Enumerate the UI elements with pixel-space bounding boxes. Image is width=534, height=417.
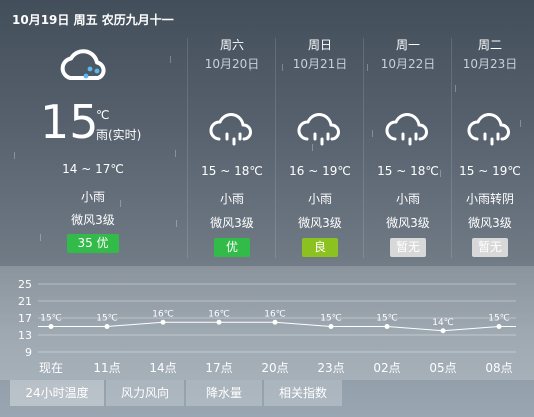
forecast-day[interactable]: 周一 10月22日 15 ~ 18℃ 小雨 微风3级 暂无	[364, 36, 452, 257]
x-tick-label: 11点	[93, 361, 120, 375]
x-tick-label: 23点	[317, 361, 344, 375]
forecast-wind: 微风3级	[298, 216, 342, 230]
today-weather: 小雨	[80, 190, 105, 204]
data-label: 15℃	[96, 314, 118, 324]
today-aqi-badge[interactable]: 35 优	[67, 234, 119, 253]
cloud-rain-icon	[209, 113, 252, 146]
x-tick-label: 14点	[149, 361, 176, 375]
forecast-day-name: 周六	[219, 38, 244, 52]
y-tick-label: 9	[25, 346, 32, 359]
data-point	[272, 319, 278, 325]
data-label: 16℃	[152, 309, 174, 319]
x-tick-label: 现在	[39, 361, 63, 375]
forecast-aqi-badge[interactable]: 暂无	[472, 238, 508, 257]
y-tick-label: 25	[18, 278, 32, 291]
current-date: 10月19日 周五 农历九月十一	[12, 13, 174, 27]
data-label: 15℃	[488, 314, 510, 324]
data-point	[216, 319, 222, 325]
forecast-weather: 小雨	[395, 192, 420, 206]
forecast-day-name: 周二	[477, 38, 502, 52]
temperature-unit: ℃	[96, 108, 110, 122]
rain-streak	[14, 152, 15, 159]
y-tick-label: 17	[18, 312, 32, 325]
data-point	[496, 324, 502, 329]
forecast-weather: 小雨	[307, 192, 332, 206]
forecast-wind: 微风3级	[210, 216, 254, 230]
forecast-temperature-range: 15 ~ 18℃	[377, 164, 439, 178]
forecast-aqi-badge[interactable]: 暂无	[390, 238, 426, 257]
rain-streak	[175, 150, 176, 157]
data-label: 16℃	[264, 309, 286, 319]
today-wind: 微风3级	[71, 213, 115, 227]
data-label: 14℃	[432, 318, 454, 328]
tab-wind[interactable]: 风力风向	[106, 380, 184, 406]
x-tick-label: 20点	[261, 361, 288, 375]
x-tick-label: 02点	[373, 361, 400, 375]
current-temperature: 15	[40, 95, 99, 149]
data-label: 15℃	[320, 314, 342, 324]
forecast-temperature-range: 16 ~ 19℃	[289, 164, 351, 178]
x-tick-label: 17点	[205, 361, 232, 375]
data-point	[48, 324, 54, 329]
rain-streak	[40, 234, 41, 241]
tab-precipitation[interactable]: 降水量	[186, 380, 262, 406]
forecast-aqi-badge[interactable]: 优	[214, 238, 250, 257]
forecast-wind: 微风3级	[386, 216, 430, 230]
forecast-day[interactable]: 周二 10月23日 15 ~ 19℃ 小雨转阴 微风3级 暂无	[446, 36, 534, 257]
y-tick-label: 21	[18, 295, 32, 308]
cloud-rain-icon	[385, 113, 428, 146]
forecast-day-name: 周日	[307, 38, 332, 52]
tab-24h-temperature[interactable]: 24小时温度	[10, 380, 104, 406]
cloud-rain-icon	[297, 113, 340, 146]
data-point	[440, 328, 446, 334]
data-label: 15℃	[40, 314, 62, 324]
forecast-date: 10月22日	[380, 57, 436, 71]
tab-related-index[interactable]: 相关指数	[264, 380, 342, 406]
forecast-temperature-range: 15 ~ 19℃	[459, 164, 521, 178]
hourly-temperature-chart: 25 21 17 13 9 15℃ 现在 15℃ 11点 16℃ 14点 16℃ 17点 16℃ 20点 15…	[18, 278, 516, 375]
data-point	[384, 324, 390, 329]
forecast-day[interactable]: 周六 10月20日 15 ~ 18℃ 小雨 微风3级 优	[188, 36, 276, 257]
forecast-day-name: 周一	[395, 38, 420, 52]
forecast-date: 10月21日	[292, 57, 348, 71]
forecast-weather: 小雨	[219, 192, 244, 206]
rain-streak	[176, 220, 177, 227]
rain-streak	[170, 56, 171, 63]
data-label: 15℃	[376, 314, 398, 324]
forecast-aqi-badge[interactable]: 良	[302, 238, 338, 257]
forecast-temperature-range: 15 ~ 18℃	[201, 164, 263, 178]
x-tick-label: 08点	[485, 361, 512, 375]
cloud-rain-icon	[60, 49, 106, 80]
y-tick-label: 13	[18, 329, 32, 342]
forecast-wind: 微风3级	[468, 216, 512, 230]
data-point	[160, 319, 166, 325]
x-tick-label: 05点	[429, 361, 456, 375]
data-point	[104, 324, 110, 329]
forecast-day[interactable]: 周日 10月21日 16 ~ 19℃ 小雨 微风3级 良	[276, 36, 364, 257]
forecast-weather: 小雨转阴	[465, 192, 514, 206]
data-point	[328, 324, 334, 329]
cloud-rain-icon	[467, 113, 510, 146]
forecast-date: 10月23日	[462, 57, 518, 71]
forecast-date: 10月20日	[204, 57, 260, 71]
today-temperature-range: 14 ~ 17℃	[62, 162, 124, 176]
current-condition: 雨(实时)	[96, 128, 142, 142]
data-label: 16℃	[208, 309, 230, 319]
